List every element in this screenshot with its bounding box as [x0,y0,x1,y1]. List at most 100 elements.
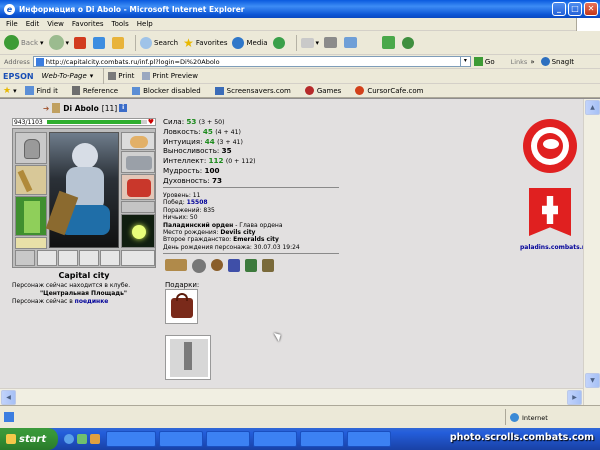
info-icon[interactable]: i [119,104,128,112]
vertical-scrollbar[interactable]: ▲ ▼ [583,99,600,406]
shield-effect-icon[interactable] [192,259,206,273]
menu-view[interactable]: View [43,20,68,28]
wins-link[interactable]: 15508 [187,199,208,206]
hp-fill [47,120,141,124]
ring-slot-5[interactable] [100,250,120,266]
scroll-up-button[interactable]: ▲ [585,100,600,115]
stop-button[interactable] [74,36,88,49]
edit-button[interactable] [344,37,359,48]
menu-help[interactable]: Help [133,20,157,28]
character-portrait[interactable] [45,132,119,248]
refresh-button[interactable] [93,36,107,49]
forward-button[interactable]: ▾ [48,35,69,50]
amulet-slot[interactable] [121,151,155,173]
info-draws: Ничьих: 50 [163,214,198,222]
boots-slot[interactable] [121,250,155,266]
messenger-button[interactable] [382,36,397,49]
heart-icon: ♥ [147,118,154,126]
character-level: [11] [101,103,118,113]
desktop-quicklaunch-icon[interactable] [90,434,100,444]
print-button[interactable] [324,37,339,48]
ring-slot-2[interactable] [37,250,57,266]
shield-slot[interactable] [121,201,155,213]
trophy-icon[interactable] [211,259,223,271]
search-icon [140,36,153,49]
ring-slot-1[interactable] [15,250,35,266]
history-button[interactable] [272,36,287,49]
ring-slot-3[interactable] [58,250,78,266]
scroll-down-button[interactable]: ▼ [585,373,600,388]
internet-zone-icon [510,413,519,422]
taskbar-item-3[interactable] [206,431,250,447]
menu-tools[interactable]: Tools [108,20,133,28]
media-button[interactable]: Media [232,36,268,49]
games-link[interactable]: Games [304,86,341,95]
search-button[interactable]: Search [140,36,178,49]
menu-bar: File Edit View Favorites Tools Help [0,18,600,31]
screensavers-link[interactable]: Screensavers.com [214,86,291,95]
earrings-slot[interactable] [121,132,155,150]
outlook-quicklaunch-icon[interactable] [77,434,87,444]
scroll-left-button[interactable]: ◀ [1,390,16,405]
go-arrow-icon [473,57,483,66]
location-line2: "Центральная Площадь" [40,290,128,297]
hp-text: 943/1103 [14,119,43,126]
back-button[interactable]: Back ▾ [4,35,44,50]
weapon-slot-left[interactable] [15,165,47,195]
start-button[interactable]: start [0,428,58,450]
clan-site-link[interactable]: paladins.combats.ru [520,244,589,251]
crossed-swords-icon[interactable] [165,259,187,271]
back-arrow-icon [4,35,19,50]
battle-link[interactable]: поединке [75,298,109,305]
links-label[interactable]: Links [511,58,528,66]
cursorcafe-link[interactable]: CursorCafe.com [355,86,423,95]
buddies-button[interactable] [402,36,416,49]
taskbar-item-6[interactable] [347,431,391,447]
taskbar-item-2[interactable] [159,431,203,447]
taskbar-item-1[interactable] [106,431,156,447]
epson-print-button[interactable]: Print [108,72,134,80]
reference-button[interactable]: Reference [71,86,118,95]
epson-print-preview-button[interactable]: Print Preview [142,72,198,80]
watermark: photo.scrolls.combats.com [449,432,594,443]
gift-card[interactable] [165,335,211,380]
scroll-right-button[interactable]: ▶ [567,390,582,405]
go-button[interactable]: Go [473,57,495,66]
blue-shield-icon[interactable] [228,259,240,272]
ring-slot-4[interactable] [79,250,99,266]
address-input[interactable]: http://capitalcity.combats.ru/inf.pl?log… [32,56,461,67]
favorites-star-icon[interactable]: ★ [3,86,11,96]
taskbar-item-5[interactable] [300,431,344,447]
order-banner[interactable] [529,188,571,236]
taskbar-item-4[interactable] [253,431,297,447]
snagit-button[interactable]: SnagIt [540,57,574,66]
gold-shield-icon[interactable] [262,259,274,272]
minimize-button[interactable]: _ [552,2,566,16]
ie-quicklaunch-icon[interactable] [64,434,74,444]
maximize-button[interactable]: □ [568,2,582,16]
weapon-slot-right[interactable] [121,214,155,248]
snagit-icon [540,57,550,66]
favorites-button[interactable]: ★ Favorites [183,36,227,50]
horizontal-scrollbar[interactable]: ◀ ▶ [0,388,583,405]
web-to-page-button[interactable]: Web-To-Page [42,72,87,80]
home-button[interactable] [112,36,126,49]
menu-edit[interactable]: Edit [22,20,44,28]
info-birthday: День рождения персонажа: 30.07.03 19:24 [163,243,300,251]
find-it-button[interactable]: Find it [24,86,58,95]
green-shield-icon[interactable] [245,259,257,272]
order-emblem[interactable] [523,119,577,173]
stat-wisdom: Мудрость: 100 [163,166,220,175]
gloves-slot[interactable] [121,174,155,200]
mail-button[interactable]: ▾ [300,37,319,48]
gift-bag[interactable] [165,289,198,324]
printer-icon [108,72,117,80]
armor-slot[interactable] [15,196,47,236]
blocker-button[interactable]: Blocker disabled [132,86,201,95]
menu-file[interactable]: File [2,20,22,28]
menu-favorites[interactable]: Favorites [68,20,108,28]
address-dropdown-icon[interactable]: ▾ [460,56,471,67]
helmet-slot[interactable] [15,132,47,164]
belt-slot[interactable] [15,237,47,249]
close-button[interactable]: ✕ [584,2,598,16]
